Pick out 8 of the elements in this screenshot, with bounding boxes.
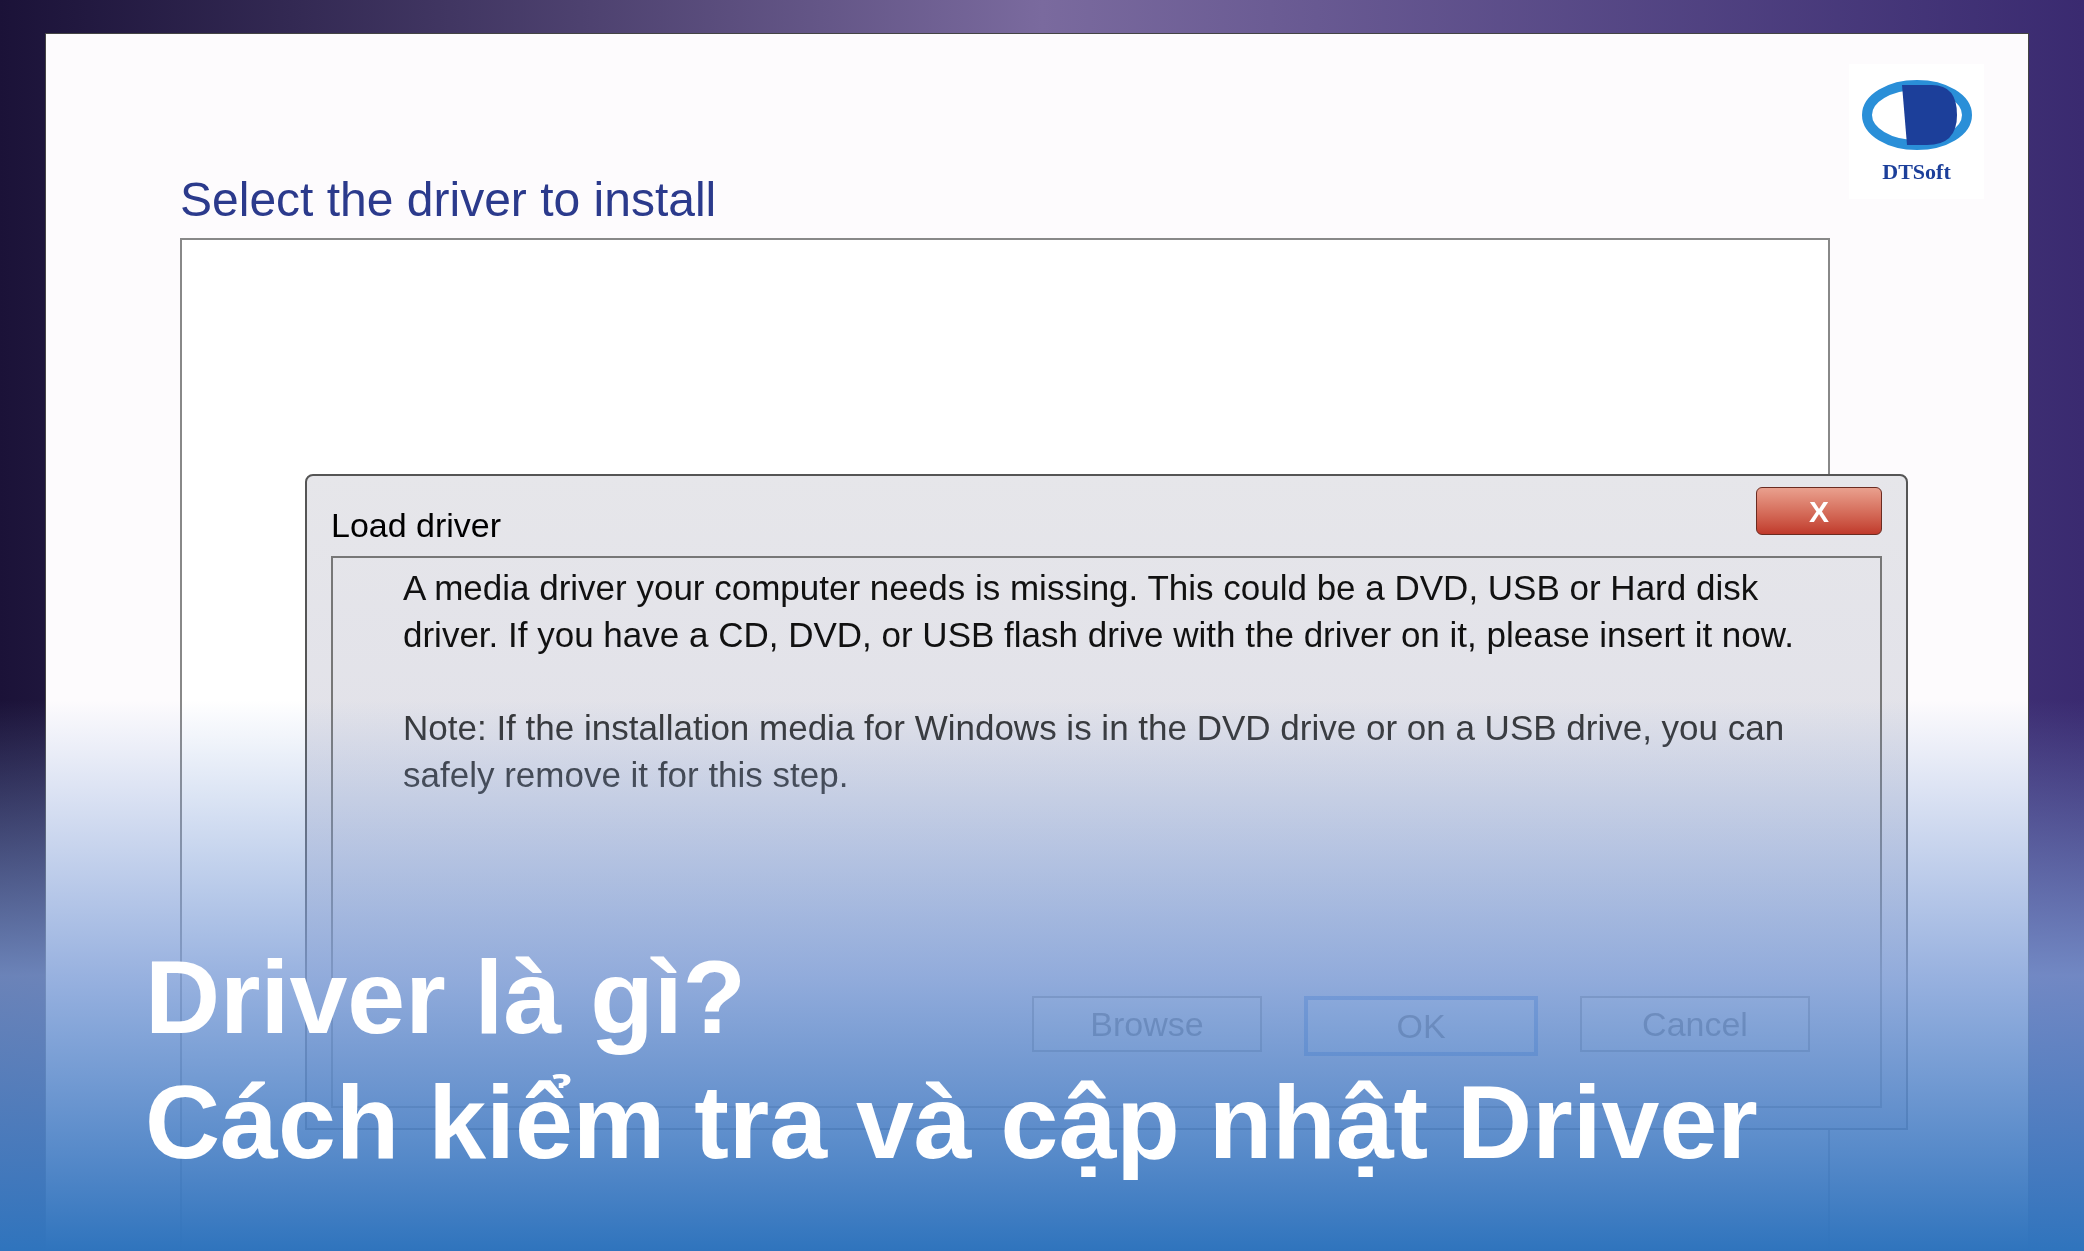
headline-text: Driver là gì? bbox=[145, 938, 747, 1057]
note-text: Note: If the installation media for Windows is in the DVD drive or on a USB drive, you can safely remove it for this step. bbox=[403, 707, 1786, 796]
close-button[interactable]: X bbox=[1756, 487, 1882, 535]
message-text: A media driver your computer needs is missing. This could be a DVD, USB or Hard disk driver. If you have a CD, DVD, or USB flash drive with the driver on it, please insert it now. bbox=[403, 567, 1795, 656]
window-title: Select the driver to install bbox=[180, 172, 717, 228]
headline-text: Cách kiểm tra và cập nhật Driver bbox=[145, 1063, 1758, 1182]
dialog-title: Load driver bbox=[331, 504, 502, 546]
logo-text: DTSoft bbox=[1882, 158, 1951, 186]
